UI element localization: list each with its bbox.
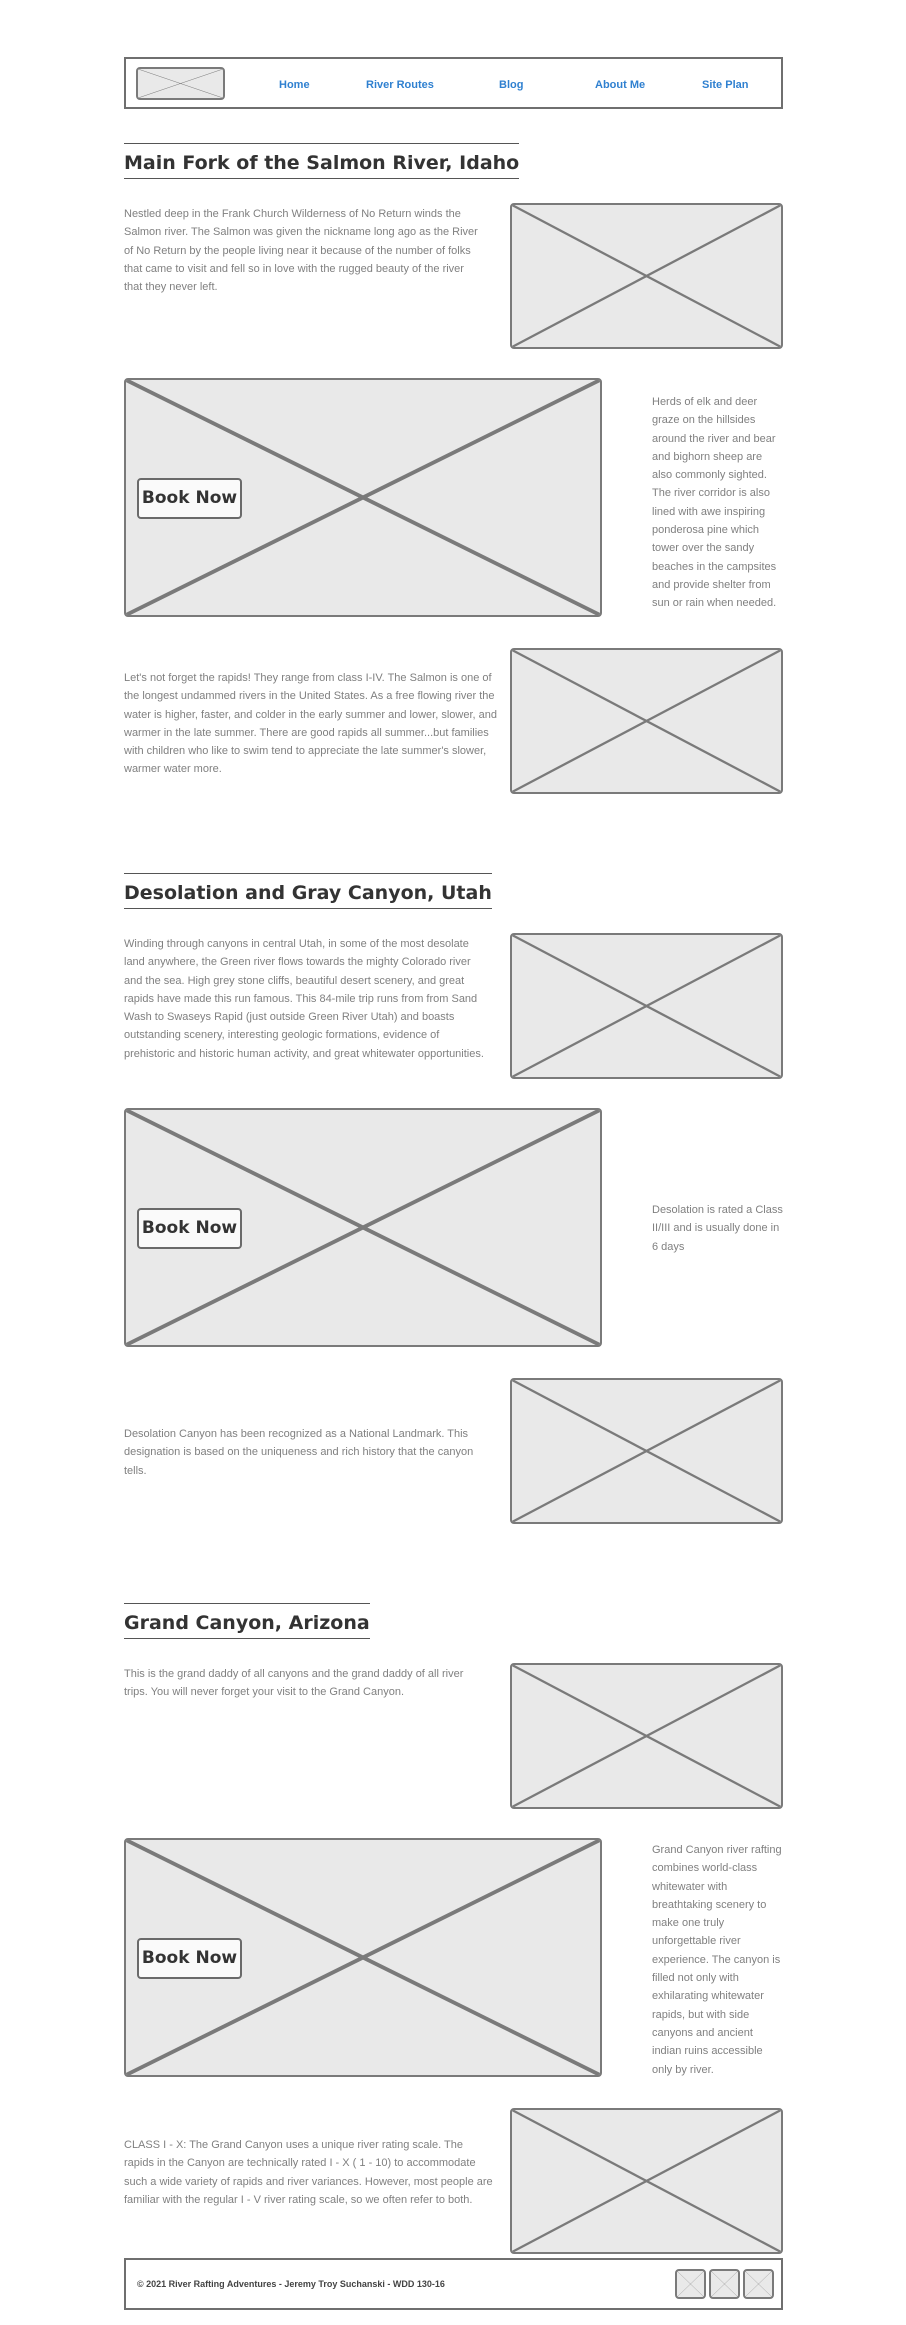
section-title-salmon: Main Fork of the Salmon River, Idaho <box>124 143 520 179</box>
social-placeholder-icon[interactable] <box>709 2269 740 2299</box>
grand-canyon-hero-image-placeholder: Book Now <box>124 1838 602 2077</box>
site-header: Home River Routes Blog About Me Site Pla… <box>124 57 783 109</box>
nav-link-blog[interactable]: Blog <box>499 79 523 91</box>
desolation-closing-text: Desolation Canyon has been recognized as… <box>124 1428 474 1477</box>
grand-canyon-intro-text: This is the grand daddy of all canyons a… <box>124 1668 464 1699</box>
desolation-hero-image-placeholder: Book Now <box>124 1108 602 1347</box>
salmon-hero-image-placeholder: Book Now <box>124 378 602 617</box>
social-placeholder-icon[interactable] <box>743 2269 774 2299</box>
grand-canyon-image-placeholder <box>510 1663 783 1809</box>
salmon-image-placeholder <box>510 203 783 349</box>
footer-copyright: © 2021 River Rafting Adventures - Jeremy… <box>137 2279 445 2289</box>
section-title-desolation: Desolation and Gray Canyon, Utah <box>124 873 492 909</box>
nav-link-about-me[interactable]: About Me <box>595 79 645 91</box>
book-now-button-desolation[interactable]: Book Now <box>137 1208 242 1249</box>
grand-canyon-rating-image-placeholder <box>510 2108 783 2254</box>
social-placeholder-icon[interactable] <box>675 2269 706 2299</box>
logo-placeholder-icon[interactable] <box>136 67 225 100</box>
salmon-rapids-image-placeholder <box>510 648 783 794</box>
book-now-button-grand-canyon[interactable]: Book Now <box>137 1938 242 1979</box>
site-footer: © 2021 River Rafting Adventures - Jeremy… <box>124 2258 783 2310</box>
salmon-intro-text: Nestled deep in the Frank Church Wildern… <box>124 208 478 294</box>
salmon-closing-text: Let's not forget the rapids! They range … <box>124 672 497 776</box>
nav-link-site-plan[interactable]: Site Plan <box>702 79 748 91</box>
section-title-grand-canyon: Grand Canyon, Arizona <box>124 1603 370 1639</box>
nav-link-home[interactable]: Home <box>279 79 310 91</box>
desolation-image-placeholder <box>510 933 783 1079</box>
grand-canyon-closing-text: CLASS I - X: The Grand Canyon uses a uni… <box>124 2139 493 2206</box>
desolation-side-text: Desolation is rated a Class II/III and i… <box>652 1204 783 1253</box>
desolation-landmark-image-placeholder <box>510 1378 783 1524</box>
nav-link-river-routes[interactable]: River Routes <box>366 79 434 91</box>
desolation-intro-text: Winding through canyons in central Utah,… <box>124 938 484 1060</box>
book-now-button-salmon[interactable]: Book Now <box>137 478 242 519</box>
salmon-side-text: Herds of elk and deer graze on the hills… <box>652 396 777 610</box>
grand-canyon-side-text: Grand Canyon river rafting combines worl… <box>652 1844 782 2076</box>
